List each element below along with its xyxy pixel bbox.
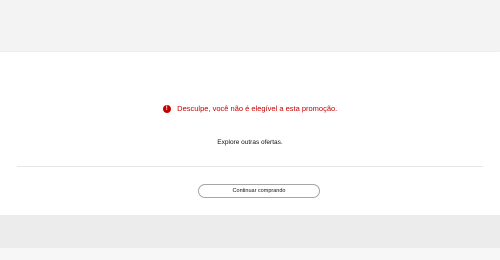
page: ! Desculpe, você não é elegível a esta p… <box>0 0 500 260</box>
header-band <box>0 0 500 52</box>
footer-strip <box>0 248 500 260</box>
continue-shopping-button[interactable]: Continuar comprando <box>198 184 320 198</box>
ineligible-message: Desculpe, você não é elegível a esta pro… <box>177 104 338 113</box>
alert-icon: ! <box>162 105 171 113</box>
ineligible-message-row: ! Desculpe, você não é elegível a esta p… <box>0 104 500 122</box>
divider <box>17 166 483 167</box>
explore-offers-text: Explore outras ofertas. <box>217 139 283 146</box>
lower-band <box>0 215 500 248</box>
promotion-status-card: ! Desculpe, você não é elegível a esta p… <box>0 52 500 215</box>
